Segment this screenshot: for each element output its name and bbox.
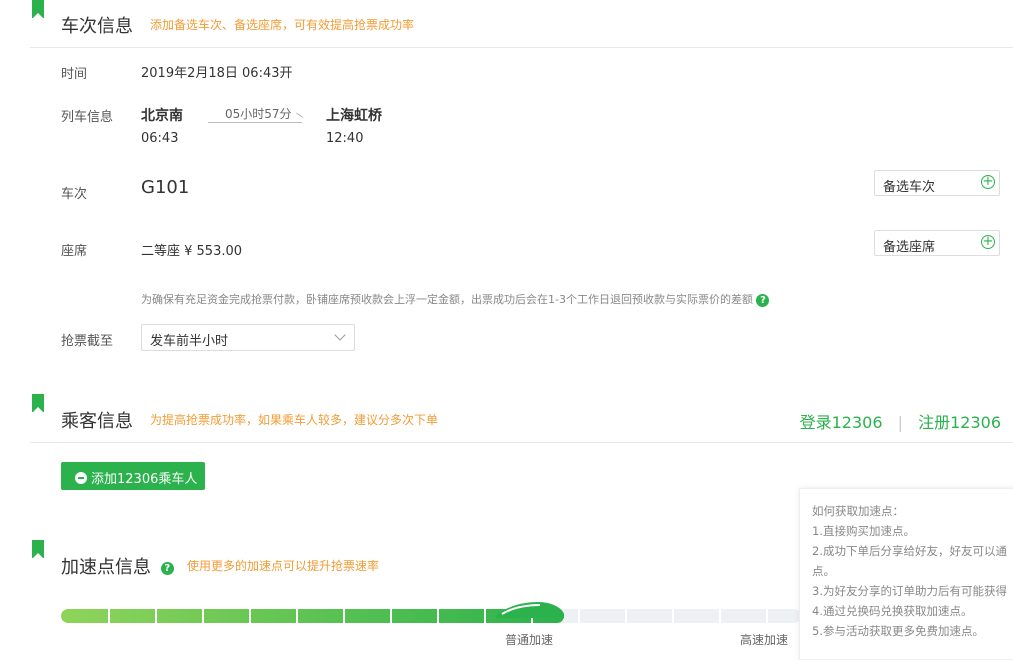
plus-circle-icon: +	[981, 174, 995, 189]
alt-seat-label: 备选座席	[883, 240, 936, 255]
progress-segment-divider	[578, 609, 580, 623]
progress-segment-divider	[719, 609, 721, 623]
question-circle-icon[interactable]: ?	[160, 561, 174, 575]
deposit-note: 为确保有充足资金完成抢票付款，卧铺座席预收款会上浮一定金额，出票成功后会在1-3…	[141, 291, 770, 307]
section-divider	[30, 47, 1013, 48]
tooltip-line: 如何获取加速点：	[812, 504, 904, 518]
speed-section-title: 加速点信息 ?	[61, 553, 174, 579]
speed-progress-fill	[61, 609, 564, 623]
seat-label: 座席	[61, 244, 88, 259]
progress-segment-divider	[296, 609, 298, 623]
plus-circle-icon: +	[981, 234, 995, 249]
train-no-label: 车次	[61, 187, 88, 202]
train-no-value: G101	[141, 177, 190, 198]
duration-arrow	[208, 122, 302, 123]
login-12306-link[interactable]: 登录12306	[800, 413, 883, 432]
add-passenger-label: 添加12306乘车人	[91, 472, 198, 487]
tooltip-line: 5.参与活动获取更多免费加速点。	[812, 624, 984, 638]
add-passenger-button[interactable]: 添加12306乘车人	[61, 462, 205, 490]
speed-points-tooltip: 如何获取加速点： 1.直接购买加速点。 2.成功下单后分享给好友，好友可以通 点…	[799, 488, 1013, 660]
deadline-value: 发车前半小时	[150, 334, 229, 349]
tooltip-line: 3.为好友分享的订单助力后有可能获得	[812, 584, 1007, 598]
deadline-label: 抢票截至	[61, 334, 114, 349]
passenger-section-tip: 为提高抢票成功率，如果乘车人较多，建议分多次下单	[150, 413, 439, 427]
from-station: 北京南	[141, 108, 183, 124]
deposit-note-text: 为确保有充足资金完成抢票付款，卧铺座席预收款会上浮一定金额，出票成功后会在1-3…	[141, 293, 753, 306]
tooltip-line: 点。	[812, 564, 835, 578]
to-time: 12:40	[326, 131, 364, 146]
from-time: 06:43	[141, 131, 179, 146]
alt-train-label: 备选车次	[883, 180, 936, 195]
alt-train-button[interactable]: 备选车次 +	[874, 170, 1000, 196]
duration-text: 05小时57分	[225, 107, 292, 121]
speed-section-tip: 使用更多的加速点可以提升抢票速率	[187, 559, 380, 573]
deadline-select[interactable]: 发车前半小时	[141, 324, 355, 351]
seat-value: 二等座 ¥ 553.00	[141, 244, 243, 259]
progress-segment-divider	[390, 609, 392, 623]
progress-segment-divider	[343, 609, 345, 623]
train-info-label: 列车信息	[61, 110, 114, 125]
progress-segment-divider	[202, 609, 204, 623]
progress-segment-divider	[108, 609, 110, 623]
progress-segment-divider	[437, 609, 439, 623]
train-section-title: 车次信息	[61, 16, 133, 37]
section-bookmark-icon	[32, 0, 44, 19]
chevron-down-icon	[334, 329, 346, 341]
question-circle-icon[interactable]: ?	[756, 293, 770, 307]
train-section-tip: 添加备选车次、备选座席，可有效提高抢票成功率	[150, 18, 415, 32]
speed-level-high: 高速加速	[740, 633, 789, 647]
progress-segment-divider	[672, 609, 674, 623]
alt-seat-button[interactable]: 备选座席 +	[874, 230, 1000, 256]
account-links: 登录12306 | 注册12306	[800, 409, 1001, 433]
passenger-section-title: 乘客信息	[61, 411, 133, 432]
train-icon	[496, 602, 564, 618]
progress-segment-divider	[625, 609, 627, 623]
tooltip-line: 4.通过兑换码兑换获取加速点。	[812, 604, 973, 618]
tooltip-line: 1.直接购买加速点。	[812, 524, 915, 538]
progress-segment-divider	[766, 609, 768, 623]
progress-segment-divider	[249, 609, 251, 623]
speed-progress-bar[interactable]	[61, 609, 801, 623]
section-divider	[30, 442, 1013, 443]
progress-segment-divider	[484, 609, 486, 623]
speed-section-title-text: 加速点信息	[61, 557, 151, 578]
to-station: 上海虹桥	[326, 108, 382, 124]
register-12306-link[interactable]: 注册12306	[918, 413, 1001, 432]
progress-segment-divider	[155, 609, 157, 623]
minus-circle-icon	[75, 472, 87, 484]
section-bookmark-icon	[32, 394, 44, 413]
section-bookmark-icon	[32, 540, 44, 559]
time-label: 时间	[61, 67, 88, 82]
link-separator: |	[897, 413, 903, 432]
speed-level-normal: 普通加速	[505, 633, 554, 647]
time-value: 2019年2月18日 06:43开	[141, 66, 293, 81]
tooltip-line: 2.成功下单后分享给好友，好友可以通	[812, 544, 1007, 558]
